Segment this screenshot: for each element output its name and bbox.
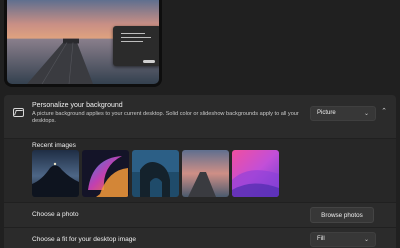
recent-images-label: Recent images: [32, 142, 76, 149]
chevron-down-icon: ⌄: [363, 237, 369, 243]
recent-image-glow-swirl[interactable]: [82, 150, 129, 197]
desktop-preview: [4, 0, 162, 87]
background-type-dropdown[interactable]: Picture ⌄: [310, 106, 376, 121]
choose-fit-row: Choose a fit for your desktop image Fill…: [4, 228, 396, 248]
browse-photos-button[interactable]: Browse photos: [310, 207, 374, 223]
recent-image-sea-arch[interactable]: [132, 150, 179, 197]
personalize-background-card[interactable]: Personalize your background A picture ba…: [4, 95, 396, 138]
preview-line: [121, 37, 151, 38]
background-title: Personalize your background: [32, 102, 123, 109]
recent-image-sunset-pier[interactable]: [182, 150, 229, 197]
background-type-value: Picture: [317, 110, 336, 116]
chevron-down-icon: ⌄: [363, 111, 369, 117]
image-icon: [13, 108, 24, 117]
recent-image-night-rock[interactable]: [32, 150, 79, 197]
preview-window: [113, 26, 159, 66]
personalization-page: Personalize your background A picture ba…: [0, 0, 400, 248]
preview-button: [143, 60, 155, 63]
preview-line: [121, 33, 145, 34]
recent-images-section: Recent images: [4, 139, 396, 202]
fit-dropdown[interactable]: Fill ⌄: [310, 232, 376, 247]
recent-image-pink-waves[interactable]: [232, 150, 279, 197]
choose-fit-label: Choose a fit for your desktop image: [32, 236, 137, 243]
preview-line: [121, 41, 143, 42]
chevron-up-icon[interactable]: ⌃: [378, 107, 390, 119]
choose-photo-label: Choose a photo: [32, 211, 79, 218]
choose-photo-row: Choose a photo Browse photos: [4, 203, 396, 227]
background-description: A picture background applies to your cur…: [32, 111, 299, 124]
fit-value: Fill: [317, 236, 325, 242]
